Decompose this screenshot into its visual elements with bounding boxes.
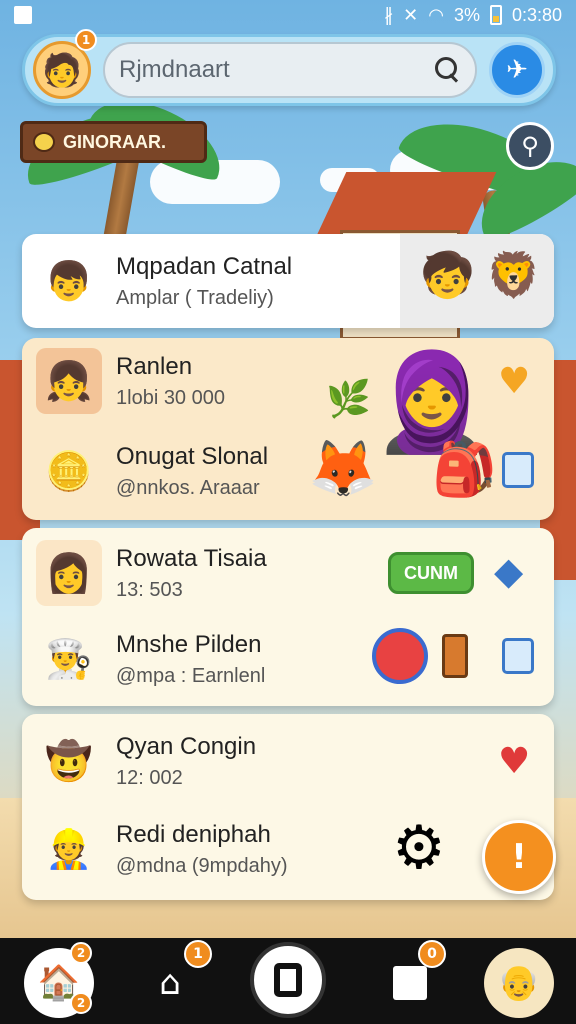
- item-title: Qyan Congin: [116, 732, 257, 760]
- wifi-icon: ◠: [428, 4, 444, 25]
- heart-button[interactable]: ♥: [498, 744, 530, 780]
- nav-home-badge-bottom: 2: [70, 992, 92, 1014]
- chat-bubble-icon: [33, 132, 55, 152]
- nav-home-badge-top: 2: [70, 942, 92, 964]
- document-button[interactable]: [502, 452, 534, 488]
- bottom-nav: 🏠 2 2 ⌂ 1 0 👴: [0, 938, 576, 1024]
- item-title: Ranlen: [116, 352, 193, 380]
- status-bar: ∦ ✕ ◠ 3% 0:3:80: [0, 0, 576, 30]
- pet-fox-icon: 🦊: [308, 437, 378, 502]
- profile-face-icon: 👴: [497, 963, 541, 1003]
- section-label-text: GINORAAR.: [63, 131, 166, 152]
- character-beanie-icon: 🧒: [420, 250, 475, 301]
- character-illustration-icon: 🧕: [372, 346, 492, 458]
- item-subtitle: Amplar ( Tradeliy): [116, 286, 274, 309]
- nav-center-button[interactable]: [250, 942, 326, 1018]
- gear-machine-icon: ⚙: [392, 813, 446, 883]
- character-avatar-icon: 👦: [45, 258, 93, 303]
- floating-action-button[interactable]: !: [482, 820, 556, 894]
- character-avatar-icon: 🤠: [45, 738, 93, 783]
- character-avatar-icon: 👨‍🍳: [45, 636, 93, 681]
- house-outline-icon: ⌂: [159, 963, 181, 1003]
- search-value: Rjmdnaart: [119, 56, 230, 83]
- list-card[interactable]: 👧 Ranlen 1lobi 30 000 🪙 Onugat Slonal @n…: [22, 338, 554, 520]
- location-pin-button[interactable]: ⚲: [506, 122, 554, 170]
- location-pin-icon: ⚲: [521, 132, 539, 160]
- character-avatar-icon: 👷: [45, 826, 93, 871]
- record-button[interactable]: [372, 628, 428, 684]
- confirm-button[interactable]: CUNM: [388, 552, 474, 594]
- item-title: Mnshe Pilden: [116, 630, 262, 658]
- item-subtitle: 13: 503: [116, 578, 183, 601]
- item-title: Onugat Slonal: [116, 442, 269, 470]
- battery-icon: [489, 5, 502, 25]
- list-card[interactable]: 👩 Rowata Tisaia 13: 503 CUNM ◆ 👨‍🍳 Mnshe…: [22, 528, 554, 706]
- item-title: Rowata Tisaia: [116, 544, 267, 572]
- nav-inventory[interactable]: 0: [380, 940, 446, 1018]
- document-button[interactable]: [502, 638, 534, 674]
- square-icon: [274, 963, 302, 997]
- leaf-icon: 🌿: [326, 379, 371, 420]
- top-bar: 🧑 1 Rjmdnaart ✈: [22, 29, 556, 106]
- character-avatar-icon: 👧: [36, 348, 102, 414]
- nav-house[interactable]: ⌂ 1: [140, 940, 212, 1018]
- list-item[interactable]: 👨‍🍳 Mnshe Pilden @mpa : Earnlenl: [22, 626, 554, 692]
- item-subtitle: 12: 002: [116, 766, 183, 789]
- mute-icon: ✕: [403, 4, 419, 25]
- gold-coin-icon: 🪙: [45, 448, 93, 493]
- item-subtitle: 1lobi 30 000: [116, 386, 225, 409]
- tag-icon[interactable]: ◆: [494, 552, 523, 590]
- section-label: GINORAAR.: [20, 121, 207, 163]
- profile-avatar[interactable]: 🧑 1: [33, 29, 97, 99]
- notification-icon: [14, 6, 32, 24]
- phone-icon[interactable]: [442, 634, 468, 678]
- search-input[interactable]: Rjmdnaart: [103, 42, 477, 98]
- bluetooth-icon: ∦: [384, 4, 394, 25]
- inventory-box-icon: [393, 966, 427, 1000]
- character-avatar-icon: 👩: [36, 540, 102, 606]
- rocket-icon: ✈: [506, 55, 528, 85]
- item-subtitle: @nnkos. Araaar: [116, 476, 260, 499]
- nav-inventory-badge: 0: [418, 940, 446, 968]
- list-card[interactable]: 👦 Mqpadan Catnal Amplar ( Tradeliy) 🧒 🦁: [22, 234, 554, 328]
- nav-house-badge: 1: [184, 940, 212, 968]
- search-icon[interactable]: [435, 57, 461, 83]
- item-subtitle: @mpa : Earnlenl: [116, 664, 266, 687]
- list-card[interactable]: 🤠 Qyan Congin 12: 002 ♥ 👷 Redi deniphah …: [22, 714, 554, 900]
- list-item[interactable]: 👩 Rowata Tisaia 13: 503: [22, 540, 554, 606]
- list-item[interactable]: 🤠 Qyan Congin 12: 002: [22, 728, 554, 794]
- item-subtitle: @mdna (9mpdahy): [116, 854, 288, 877]
- nav-profile[interactable]: 👴: [484, 948, 554, 1018]
- backpack-icon: 🎒: [432, 440, 497, 500]
- list-item[interactable]: 👷 Redi deniphah @mdna (9mpdahy): [22, 816, 554, 882]
- clock: 0:3:80: [511, 4, 562, 25]
- send-button[interactable]: ✈: [489, 42, 545, 98]
- avatar-badge: 1: [75, 29, 97, 51]
- nav-home[interactable]: 🏠 2 2: [24, 942, 94, 1018]
- pet-lion-icon: 🦁: [486, 250, 541, 301]
- item-title: Mqpadan Catnal: [116, 252, 293, 280]
- heart-button[interactable]: ♥: [498, 364, 530, 400]
- item-title: Redi deniphah: [116, 820, 271, 848]
- battery-percent: 3%: [453, 4, 480, 25]
